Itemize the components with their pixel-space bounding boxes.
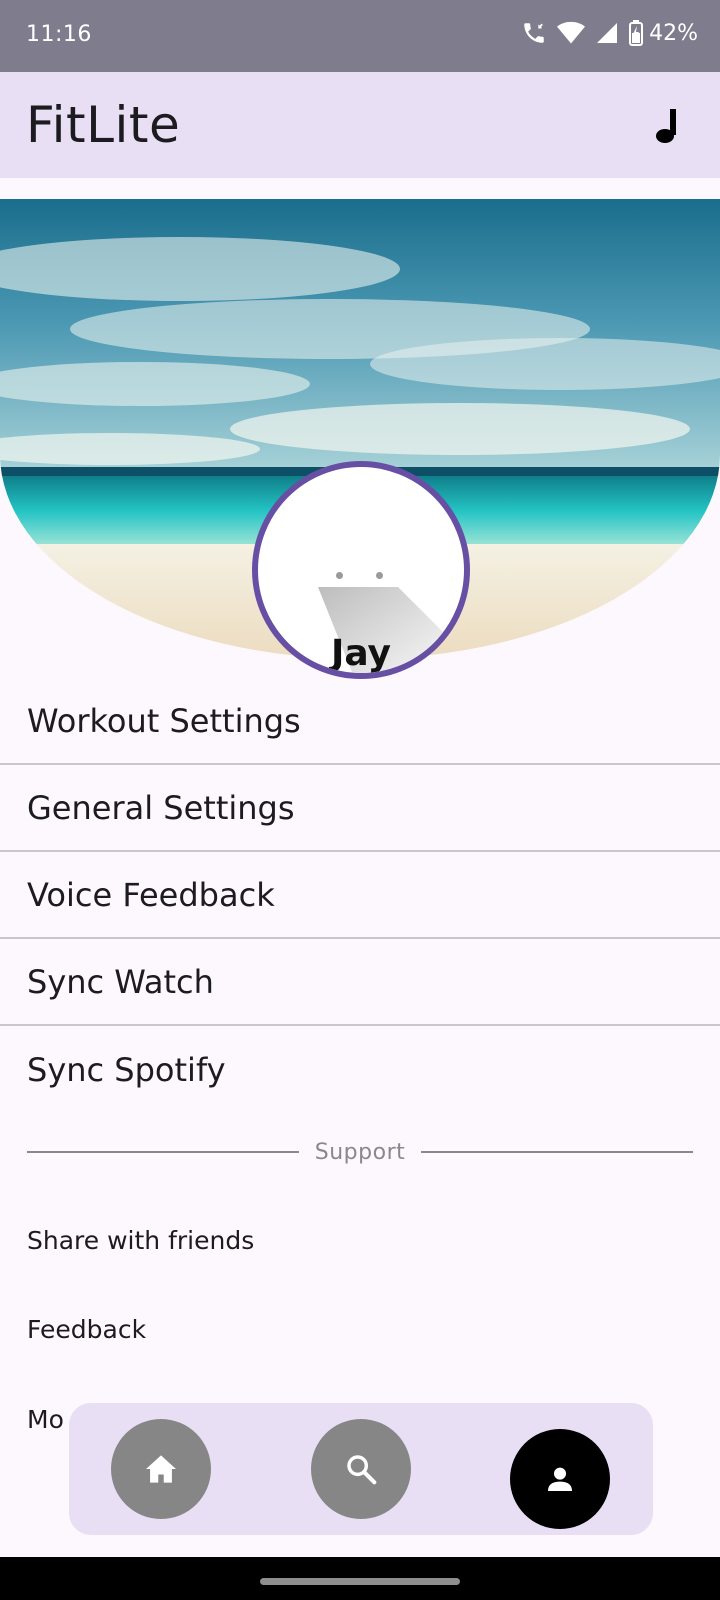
home-icon: [146, 1455, 176, 1483]
person-icon: [548, 1467, 572, 1491]
profile-name: Jay: [330, 633, 392, 674]
settings-list: Workout Settings General Settings Voice …: [0, 678, 720, 1113]
status-icons: 42%: [521, 20, 698, 46]
avatar-dot: [376, 572, 383, 579]
status-time: 11:16: [26, 22, 92, 47]
settings-item-general[interactable]: General Settings: [0, 765, 720, 852]
bottom-navigation: [69, 1403, 653, 1535]
avatar-dot: [336, 572, 343, 579]
gesture-handle[interactable]: [260, 1578, 460, 1585]
music-button[interactable]: [644, 102, 692, 150]
settings-item-workout[interactable]: Workout Settings: [0, 678, 720, 765]
support-label: Support: [314, 1139, 406, 1165]
wifi-calling-icon: [524, 23, 544, 43]
settings-item-sync-watch[interactable]: Sync Watch: [0, 939, 720, 1026]
system-navigation-area: [0, 1557, 720, 1600]
music-note-icon: [656, 109, 676, 143]
status-bar: 11:16 42%: [0, 0, 720, 72]
support-item-feedback[interactable]: Feedback: [27, 1315, 146, 1344]
battery-percent: 42%: [649, 20, 698, 46]
nav-search-button[interactable]: [311, 1419, 411, 1519]
support-section-header: Support: [27, 1137, 693, 1167]
wifi-icon: [557, 21, 586, 44]
app-bar: FitLite: [0, 72, 720, 178]
search-icon: [347, 1455, 377, 1485]
divider-line: [27, 1151, 299, 1153]
profile-avatar[interactable]: Jay: [252, 461, 470, 679]
nav-profile-button[interactable]: [510, 1429, 610, 1529]
app-title: FitLite: [26, 96, 181, 154]
divider-line: [421, 1151, 693, 1153]
settings-item-sync-spotify[interactable]: Sync Spotify: [0, 1026, 720, 1113]
signal-icon: [597, 23, 618, 43]
settings-item-voice-feedback[interactable]: Voice Feedback: [0, 852, 720, 939]
support-item-more[interactable]: Mo: [27, 1405, 64, 1434]
nav-home-button[interactable]: [111, 1419, 211, 1519]
battery-icon: [629, 20, 644, 46]
support-item-share[interactable]: Share with friends: [27, 1226, 254, 1255]
